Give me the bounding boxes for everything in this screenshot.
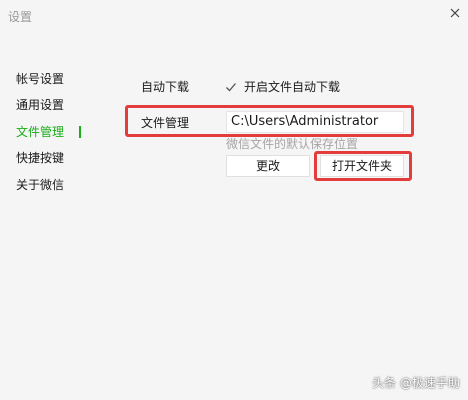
sidebar-item-file-management[interactable]: 文件管理 (16, 123, 64, 141)
close-icon (450, 8, 460, 18)
auto-download-label: 自动下载 (141, 80, 190, 94)
check-icon (225, 81, 237, 93)
change-button[interactable]: 更改 (226, 155, 310, 177)
active-indicator (79, 126, 81, 138)
highlight-box-open-folder (314, 151, 412, 181)
auto-download-checkbox-label: 开启文件自动下载 (244, 80, 341, 94)
watermark: 头条 @极速手助 (372, 376, 460, 390)
close-button[interactable] (444, 2, 466, 24)
sidebar-item-about-wechat[interactable]: 关于微信 (16, 176, 64, 194)
sidebar-item-account-settings[interactable]: 帐号设置 (16, 70, 64, 88)
highlight-box-file-path (125, 105, 414, 137)
sidebar-item-general-settings[interactable]: 通用设置 (16, 96, 64, 114)
window-title: 设置 (8, 10, 33, 24)
auto-download-checkbox[interactable]: 开启文件自动下载 (225, 78, 340, 96)
sidebar-item-shortcut-keys[interactable]: 快捷按键 (16, 149, 64, 167)
default-location-hint: 微信文件的默认保存位置 (226, 137, 359, 151)
settings-window: 设置 帐号设置 通用设置 文件管理 快捷按键 关于微信 自动下载 开启文件自动下… (0, 0, 468, 400)
